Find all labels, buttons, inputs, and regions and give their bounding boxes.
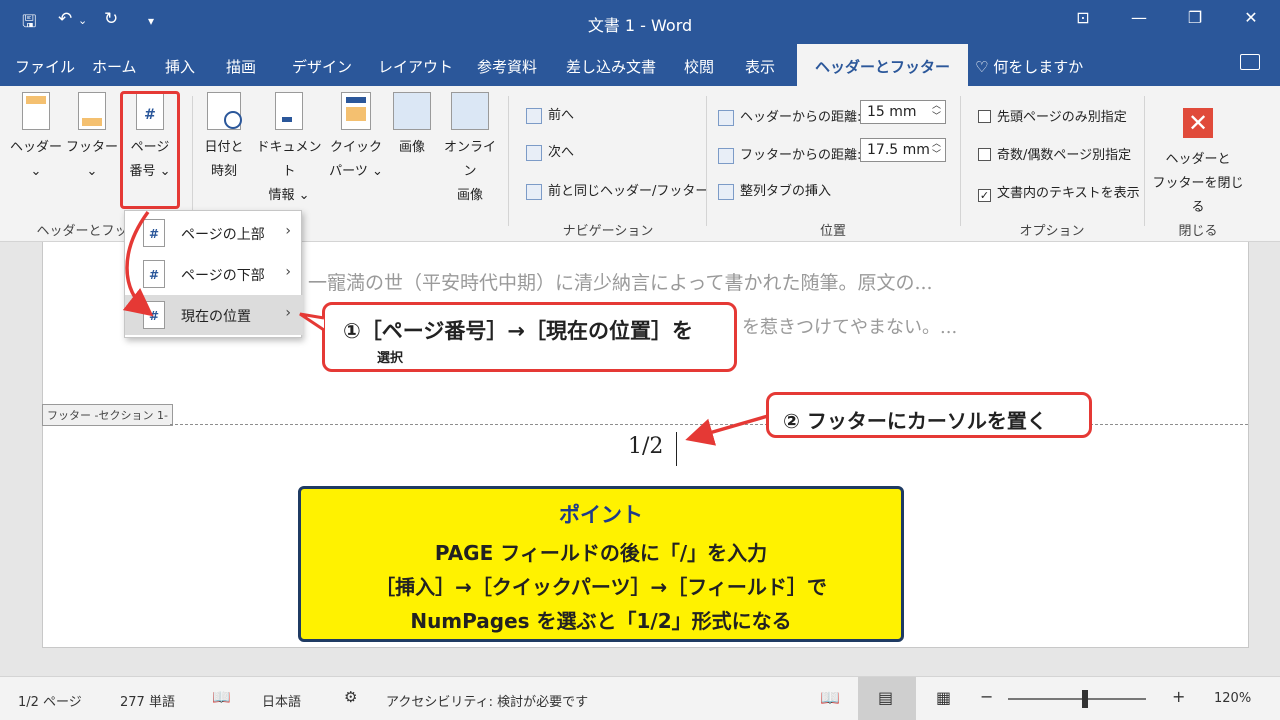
group-label-position: 位置 [819,224,846,239]
point-line-3: NumPages を選ぶと「1/2」形式になる [410,609,792,633]
group-label-close: 閉じる [1178,224,1218,239]
tab-home[interactable]: ホーム [92,56,137,77]
header-button[interactable]: ヘッダー ⌄ [8,92,64,184]
header-icon [22,92,50,130]
status-page-count[interactable]: 1/2 ページ [18,691,82,710]
page-number-menu: # ページの上部 › # ページの下部 › # 現在の位置 › [124,210,303,338]
body-text-line-1: 一寵満の世（平安時代中期）に清少納言によって書かれた随筆。原文の... [308,272,933,294]
quick-parts-button[interactable]: クイック パーツ ⌄ [328,92,384,184]
read-mode-icon[interactable]: 📖 [820,688,840,707]
next-button[interactable]: 次へ [526,141,574,161]
quick-parts-icon [341,92,371,130]
close-red-icon: ✕ [1183,108,1213,138]
footer-distance-icon [718,147,734,164]
document-info-icon [275,92,303,130]
ribbon-tabs: ファイル ホーム 挿入 描画 デザイン レイアウト 参考資料 差し込み文書 校閲… [0,44,1280,86]
alignment-tab-icon [718,183,734,200]
callout-step-2: ② フッターにカーソルを置く [766,392,1092,438]
chevron-right-icon: › [285,223,291,239]
checkmark-icon: ✓ [978,189,991,202]
close-window-icon[interactable]: ✕ [1236,8,1266,27]
tab-draw[interactable]: 描画 [226,56,256,77]
previous-button[interactable]: 前へ [526,104,574,124]
body-text-line-2: を惹きつけてやまない。... [742,317,958,338]
print-layout-icon[interactable]: ▤ [878,688,893,707]
header-distance-spinner[interactable]: 15 mm ︿ ﹀ [860,100,946,124]
calendar-icon [207,92,242,130]
spin-arrows-icon[interactable]: ︿ ﹀ [932,139,941,161]
tab-view[interactable]: 表示 [745,56,775,77]
footer-distance-spinner[interactable]: 17.5 mm ︿ ﹀ [860,138,946,162]
footer-distance-label: フッターからの距離: [718,144,861,164]
point-line-1: PAGE フィールドの後に「/」を入力 [434,541,768,565]
status-bar: 1/2 ページ 277 単語 📖 日本語 ⚙ アクセシビリティ: 検討が必要です… [0,676,1280,720]
proofing-icon[interactable]: 📖 [212,688,231,706]
tab-mailings[interactable]: 差し込み文書 [566,56,656,77]
tab-insert[interactable]: 挿入 [165,56,195,77]
web-layout-icon[interactable]: ▦ [936,688,951,707]
point-title: ポイント [559,503,643,527]
page-number-icon: # [143,219,165,247]
link-to-previous-button[interactable]: 前と同じヘッダー/フッター [526,180,708,200]
picture-button[interactable]: 画像 [388,92,436,160]
ribbon-display-icon[interactable]: ⊡ [1068,8,1098,27]
menu-item-current-position[interactable]: # 現在の位置 › [125,295,303,335]
footer-page-number[interactable]: 1/2 [628,434,663,459]
zoom-out-icon[interactable]: − [980,687,993,706]
page-number-highlight [120,91,180,209]
page-number-icon: # [143,260,165,288]
lightbulb-icon: ♡ [975,58,994,76]
point-line-2: ［挿入］→［クイックパーツ］→［フィールド］で [375,575,827,599]
link-icon [526,183,542,200]
status-language[interactable]: 日本語 [262,691,301,710]
comments-icon[interactable] [1240,54,1260,70]
close-header-footer-button[interactable]: ✕ ヘッダーと フッターを閉じる [1148,108,1248,220]
tab-header-footer[interactable]: ヘッダーとフッター [797,44,969,86]
online-picture-icon [451,92,489,130]
restore-icon[interactable]: ❐ [1180,8,1210,27]
tab-review[interactable]: 校閲 [684,56,714,77]
header-distance-label: ヘッダーからの距離: [718,106,861,126]
page-number-icon: # [143,301,165,329]
show-document-text-checkbox[interactable]: ✓ 文書内のテキストを表示 [978,182,1140,202]
title-bar: 🖫 ↶ ⌄ ↻ ▾ 文書 1 - Word ⊡ — ❐ ✕ [0,0,1280,44]
online-pictures-button[interactable]: オンライン 画像 [440,92,500,208]
chevron-right-icon: › [285,305,291,321]
group-label-options: オプション [1019,224,1085,239]
zoom-level[interactable]: 120% [1214,691,1251,706]
zoom-slider-thumb[interactable] [1082,690,1088,708]
footer-icon [78,92,106,130]
zoom-slider[interactable] [1008,698,1146,700]
date-time-button[interactable]: 日付と 時刻 [196,92,252,184]
tell-me-search[interactable]: ♡ 何をしますか [975,56,1083,77]
chevron-right-icon: › [285,264,291,280]
text-cursor [676,432,677,466]
callout-step-1: ①［ページ番号］→［現在の位置］を 選択 [322,302,737,372]
point-note-box: ポイント PAGE フィールドの後に「/」を入力 ［挿入］→［クイックパーツ］→… [298,486,904,642]
odd-even-checkbox[interactable]: 奇数/偶数ページ別指定 [978,144,1131,163]
header-distance-icon [718,109,734,126]
minimize-icon[interactable]: — [1124,8,1154,27]
status-word-count[interactable]: 277 単語 [120,691,175,710]
insert-alignment-tab-button[interactable]: 整列タブの挿入 [718,180,831,200]
document-info-button[interactable]: ドキュメント 情報 ⌄ [254,92,324,208]
previous-icon [526,107,542,124]
tab-layout[interactable]: レイアウト [378,56,453,77]
accessibility-icon[interactable]: ⚙ [344,688,357,706]
tab-design[interactable]: デザイン [292,56,352,77]
next-icon [526,144,542,161]
status-accessibility[interactable]: アクセシビリティ: 検討が必要です [386,691,588,710]
tab-file[interactable]: ファイル [15,56,75,77]
footer-button[interactable]: フッター ⌄ [66,92,118,184]
menu-item-bottom-of-page[interactable]: # ページの下部 › [125,254,303,294]
group-label-navigation: ナビゲーション [562,224,654,239]
picture-icon [393,92,431,130]
spin-arrows-icon[interactable]: ︿ ﹀ [932,101,941,123]
menu-item-top-of-page[interactable]: # ページの上部 › [125,213,303,253]
zoom-in-icon[interactable]: + [1172,687,1185,706]
footer-section-tag: フッター -セクション 1- [42,404,173,426]
tab-references[interactable]: 参考資料 [477,56,537,77]
different-first-page-checkbox[interactable]: 先頭ページのみ別指定 [978,106,1127,125]
